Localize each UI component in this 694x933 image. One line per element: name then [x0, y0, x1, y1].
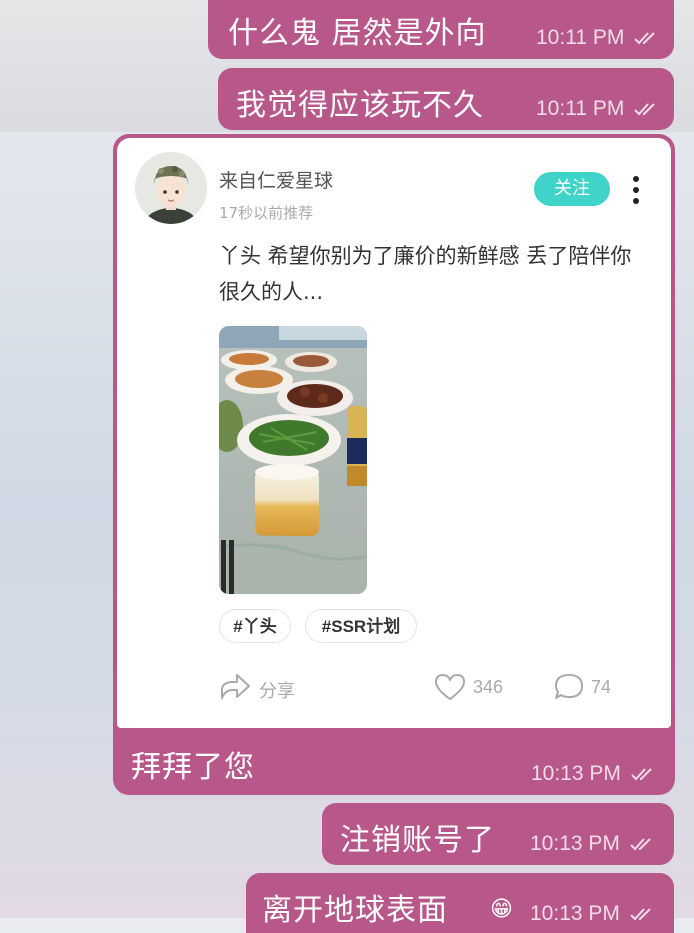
post-time: 17秒以前推荐 — [219, 204, 314, 222]
message-bubble[interactable]: 离开地球表面 😁 10:13 PM — [246, 873, 674, 933]
message-text: 注销账号了 — [340, 823, 495, 858]
message-text: 什么鬼 居然是外向 — [228, 16, 487, 51]
avatar-image — [135, 152, 207, 224]
post-text: 丫头 希望你别为了廉价的新鲜感 丢了陪伴你很久的人... — [219, 244, 632, 304]
message-bubble[interactable]: 注销账号了 10:13 PM — [322, 803, 674, 865]
message-meta: 10:11 PM — [536, 26, 660, 50]
food-table-photo — [219, 326, 367, 594]
heart-icon — [435, 674, 465, 700]
share-label: 分享 — [259, 681, 295, 701]
comment-count: 74 — [591, 677, 612, 697]
double-check-icon — [630, 908, 651, 921]
message-time: 10:13 PM — [530, 902, 620, 925]
share-icon — [221, 674, 250, 699]
message-meta: 10:13 PM — [531, 762, 657, 786]
message-meta: 10:11 PM — [536, 97, 660, 121]
message-meta: 10:13 PM — [530, 902, 656, 926]
message-text: 拜拜了您 — [131, 750, 255, 785]
like-count: 346 — [473, 677, 504, 697]
post-author[interactable]: 来自仁爱星球 — [219, 166, 333, 193]
message-time: 10:11 PM — [536, 26, 625, 49]
double-check-icon — [631, 768, 652, 781]
double-check-icon — [634, 103, 655, 116]
follow-button[interactable]: 关注 — [534, 172, 610, 206]
message-time: 10:11 PM — [536, 97, 625, 120]
message-text: 离开地球表面 — [262, 893, 448, 928]
message-text: 我觉得应该玩不久 — [236, 88, 484, 123]
avatar[interactable] — [135, 152, 207, 224]
message-meta: 10:13 PM — [530, 832, 656, 856]
double-check-icon — [630, 838, 651, 851]
message-time: 10:13 PM — [530, 832, 620, 855]
message-bubble[interactable]: 我觉得应该玩不久 10:11 PM — [218, 68, 674, 130]
post-card[interactable]: 来自仁爱星球 17秒以前推荐 关注 丫头 希望你别为了廉价的新鲜感 丢了陪伴你很… — [117, 138, 671, 728]
post-image[interactable] — [219, 326, 367, 594]
message-time: 10:13 PM — [531, 762, 621, 785]
more-vertical-icon[interactable] — [629, 174, 643, 208]
shared-post-message[interactable]: 来自仁爱星球 17秒以前推荐 关注 丫头 希望你别为了廉价的新鲜感 丢了陪伴你很… — [113, 134, 675, 795]
share-action[interactable]: 分享 — [219, 668, 309, 708]
comment-icon — [555, 674, 583, 699]
tag-chip[interactable]: #SSR计划 — [305, 609, 417, 643]
tag-chip[interactable]: #丫头 — [219, 609, 291, 643]
comment-action[interactable]: 74 — [553, 668, 633, 708]
grin-emoji: 😁 — [490, 897, 513, 922]
like-action[interactable]: 346 — [433, 668, 523, 708]
double-check-icon — [634, 32, 655, 45]
message-bubble[interactable]: 什么鬼 居然是外向 10:11 PM — [208, 0, 674, 59]
